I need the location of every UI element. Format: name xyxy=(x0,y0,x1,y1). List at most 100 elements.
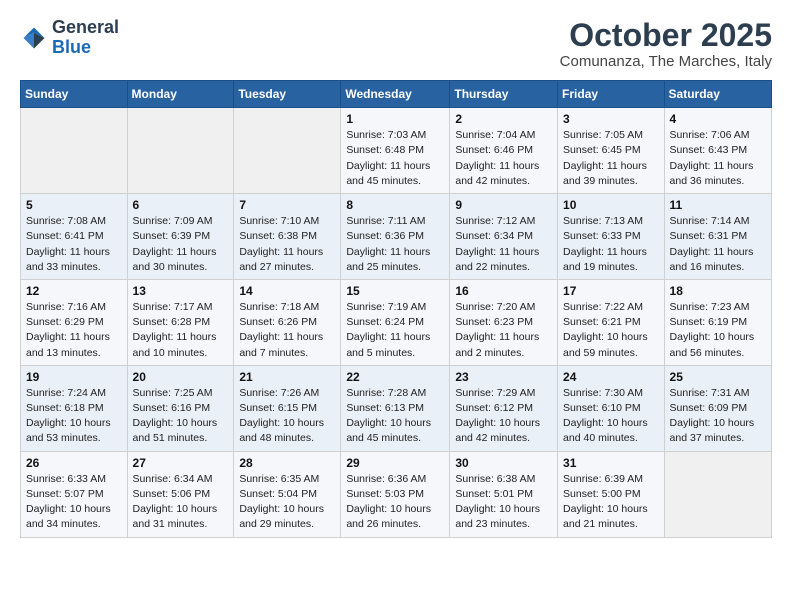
day-number: 26 xyxy=(26,456,122,470)
calendar-week-row: 19 Sunrise: 7:24 AM Sunset: 6:18 PM Dayli… xyxy=(21,365,772,451)
day-info: Sunrise: 6:34 AM Sunset: 5:06 PM Dayligh… xyxy=(133,472,229,533)
calendar-week-row: 26 Sunrise: 6:33 AM Sunset: 5:07 PM Dayli… xyxy=(21,451,772,537)
day-number: 20 xyxy=(133,370,229,384)
table-row: 25 Sunrise: 7:31 AM Sunset: 6:09 PM Dayli… xyxy=(664,365,771,451)
day-info: Sunrise: 6:38 AM Sunset: 5:01 PM Dayligh… xyxy=(455,472,552,533)
day-info: Sunrise: 7:04 AM Sunset: 6:46 PM Dayligh… xyxy=(455,128,552,189)
day-number: 1 xyxy=(346,112,444,126)
day-number: 11 xyxy=(670,198,766,212)
day-number: 27 xyxy=(133,456,229,470)
day-info: Sunrise: 7:22 AM Sunset: 6:21 PM Dayligh… xyxy=(563,300,659,361)
table-row: 27 Sunrise: 6:34 AM Sunset: 5:06 PM Dayli… xyxy=(127,451,234,537)
day-number: 3 xyxy=(563,112,659,126)
day-info: Sunrise: 6:35 AM Sunset: 5:04 PM Dayligh… xyxy=(239,472,335,533)
table-row xyxy=(21,108,128,194)
day-info: Sunrise: 7:20 AM Sunset: 6:23 PM Dayligh… xyxy=(455,300,552,361)
day-info: Sunrise: 6:36 AM Sunset: 5:03 PM Dayligh… xyxy=(346,472,444,533)
table-row: 20 Sunrise: 7:25 AM Sunset: 6:16 PM Dayli… xyxy=(127,365,234,451)
weekday-header-row: Sunday Monday Tuesday Wednesday Thursday… xyxy=(21,81,772,108)
table-row: 16 Sunrise: 7:20 AM Sunset: 6:23 PM Dayli… xyxy=(450,279,558,365)
table-row: 7Sunrise: 7:10 AM Sunset: 6:38 PM Daylig… xyxy=(234,194,341,280)
table-row: 18Sunrise: 7:23 AM Sunset: 6:19 PM Dayli… xyxy=(664,279,771,365)
logo: General Blue xyxy=(20,18,119,58)
day-number: 17 xyxy=(563,284,659,298)
table-row: 17 Sunrise: 7:22 AM Sunset: 6:21 PM Dayli… xyxy=(558,279,665,365)
day-info: Sunrise: 7:24 AM Sunset: 6:18 PM Dayligh… xyxy=(26,386,122,447)
table-row: 14Sunrise: 7:18 AM Sunset: 6:26 PM Dayli… xyxy=(234,279,341,365)
calendar-week-row: 12Sunrise: 7:16 AM Sunset: 6:29 PM Dayli… xyxy=(21,279,772,365)
day-info: Sunrise: 7:06 AM Sunset: 6:43 PM Dayligh… xyxy=(670,128,766,189)
day-info: Sunrise: 7:09 AM Sunset: 6:39 PM Dayligh… xyxy=(133,214,229,275)
day-number: 21 xyxy=(239,370,335,384)
page: General Blue October 2025 Comunanza, The… xyxy=(0,0,792,556)
table-row: 22Sunrise: 7:28 AM Sunset: 6:13 PM Dayli… xyxy=(341,365,450,451)
calendar-subtitle: Comunanza, The Marches, Italy xyxy=(560,53,772,70)
day-info: Sunrise: 7:26 AM Sunset: 6:15 PM Dayligh… xyxy=(239,386,335,447)
day-info: Sunrise: 7:30 AM Sunset: 6:10 PM Dayligh… xyxy=(563,386,659,447)
table-row: 30Sunrise: 6:38 AM Sunset: 5:01 PM Dayli… xyxy=(450,451,558,537)
day-info: Sunrise: 7:03 AM Sunset: 6:48 PM Dayligh… xyxy=(346,128,444,189)
table-row: 4 Sunrise: 7:06 AM Sunset: 6:43 PM Daylig… xyxy=(664,108,771,194)
day-info: Sunrise: 7:14 AM Sunset: 6:31 PM Dayligh… xyxy=(670,214,766,275)
calendar-table: Sunday Monday Tuesday Wednesday Thursday… xyxy=(20,80,772,537)
day-number: 15 xyxy=(346,284,444,298)
calendar-title: October 2025 xyxy=(560,18,772,53)
table-row: 8 Sunrise: 7:11 AM Sunset: 6:36 PM Daylig… xyxy=(341,194,450,280)
logo-blue: Blue xyxy=(52,37,91,57)
table-row: 3 Sunrise: 7:05 AM Sunset: 6:45 PM Daylig… xyxy=(558,108,665,194)
weekday-sunday: Sunday xyxy=(21,81,128,108)
logo-icon xyxy=(20,24,48,52)
day-number: 5 xyxy=(26,198,122,212)
day-number: 31 xyxy=(563,456,659,470)
day-info: Sunrise: 7:13 AM Sunset: 6:33 PM Dayligh… xyxy=(563,214,659,275)
day-info: Sunrise: 6:33 AM Sunset: 5:07 PM Dayligh… xyxy=(26,472,122,533)
weekday-saturday: Saturday xyxy=(664,81,771,108)
day-info: Sunrise: 7:29 AM Sunset: 6:12 PM Dayligh… xyxy=(455,386,552,447)
table-row: 1 Sunrise: 7:03 AM Sunset: 6:48 PM Daylig… xyxy=(341,108,450,194)
day-info: Sunrise: 7:05 AM Sunset: 6:45 PM Dayligh… xyxy=(563,128,659,189)
table-row: 13 Sunrise: 7:17 AM Sunset: 6:28 PM Dayli… xyxy=(127,279,234,365)
weekday-wednesday: Wednesday xyxy=(341,81,450,108)
table-row xyxy=(127,108,234,194)
day-info: Sunrise: 7:25 AM Sunset: 6:16 PM Dayligh… xyxy=(133,386,229,447)
day-number: 9 xyxy=(455,198,552,212)
weekday-tuesday: Tuesday xyxy=(234,81,341,108)
table-row: 5Sunrise: 7:08 AM Sunset: 6:41 PM Daylig… xyxy=(21,194,128,280)
header: General Blue October 2025 Comunanza, The… xyxy=(20,18,772,70)
logo-general: General xyxy=(52,17,119,37)
day-number: 19 xyxy=(26,370,122,384)
table-row: 29 Sunrise: 6:36 AM Sunset: 5:03 PM Dayli… xyxy=(341,451,450,537)
day-info: Sunrise: 7:10 AM Sunset: 6:38 PM Dayligh… xyxy=(239,214,335,275)
day-info: Sunrise: 7:19 AM Sunset: 6:24 PM Dayligh… xyxy=(346,300,444,361)
day-info: Sunrise: 7:11 AM Sunset: 6:36 PM Dayligh… xyxy=(346,214,444,275)
table-row: 23 Sunrise: 7:29 AM Sunset: 6:12 PM Dayli… xyxy=(450,365,558,451)
table-row: 24 Sunrise: 7:30 AM Sunset: 6:10 PM Dayli… xyxy=(558,365,665,451)
day-number: 23 xyxy=(455,370,552,384)
logo-text: General Blue xyxy=(52,18,119,58)
table-row: 2Sunrise: 7:04 AM Sunset: 6:46 PM Daylig… xyxy=(450,108,558,194)
day-number: 28 xyxy=(239,456,335,470)
day-number: 14 xyxy=(239,284,335,298)
day-number: 13 xyxy=(133,284,229,298)
day-info: Sunrise: 7:31 AM Sunset: 6:09 PM Dayligh… xyxy=(670,386,766,447)
day-number: 18 xyxy=(670,284,766,298)
day-number: 4 xyxy=(670,112,766,126)
day-info: Sunrise: 7:17 AM Sunset: 6:28 PM Dayligh… xyxy=(133,300,229,361)
day-number: 29 xyxy=(346,456,444,470)
calendar-week-row: 1 Sunrise: 7:03 AM Sunset: 6:48 PM Daylig… xyxy=(21,108,772,194)
day-number: 8 xyxy=(346,198,444,212)
calendar-week-row: 5Sunrise: 7:08 AM Sunset: 6:41 PM Daylig… xyxy=(21,194,772,280)
day-number: 24 xyxy=(563,370,659,384)
table-row: 15 Sunrise: 7:19 AM Sunset: 6:24 PM Dayli… xyxy=(341,279,450,365)
weekday-friday: Friday xyxy=(558,81,665,108)
day-info: Sunrise: 7:16 AM Sunset: 6:29 PM Dayligh… xyxy=(26,300,122,361)
table-row: 10 Sunrise: 7:13 AM Sunset: 6:33 PM Dayli… xyxy=(558,194,665,280)
day-number: 16 xyxy=(455,284,552,298)
table-row xyxy=(664,451,771,537)
title-block: October 2025 Comunanza, The Marches, Ita… xyxy=(560,18,772,70)
table-row: 12Sunrise: 7:16 AM Sunset: 6:29 PM Dayli… xyxy=(21,279,128,365)
day-number: 10 xyxy=(563,198,659,212)
table-row: 6Sunrise: 7:09 AM Sunset: 6:39 PM Daylig… xyxy=(127,194,234,280)
day-number: 25 xyxy=(670,370,766,384)
table-row xyxy=(234,108,341,194)
